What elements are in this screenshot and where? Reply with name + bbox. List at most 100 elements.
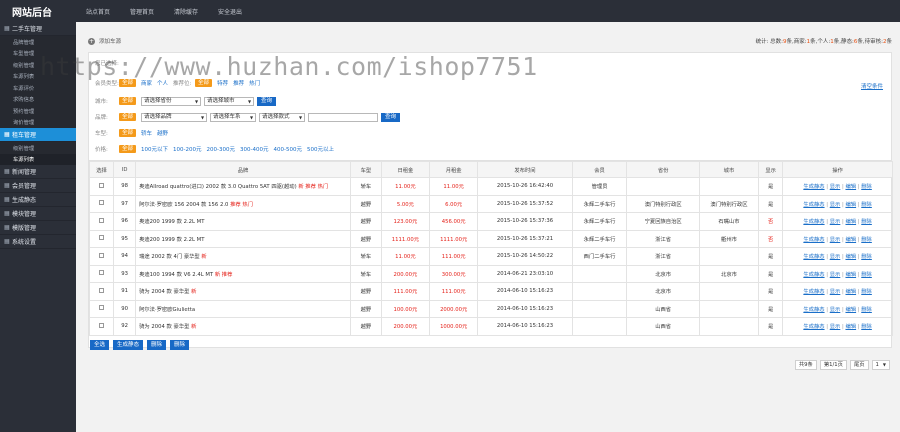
row-checkbox[interactable] <box>99 252 105 258</box>
brand-all-tag[interactable]: 全部 <box>119 113 137 121</box>
top-nav-item[interactable]: 清除缓存 <box>164 0 208 22</box>
row-checkbox[interactable] <box>99 270 105 276</box>
price-opt[interactable]: 400-500元 <box>273 145 301 153</box>
row-action-link[interactable]: 显示 <box>830 307 841 313</box>
row-action-link[interactable]: 删除 <box>861 237 872 243</box>
sidebar-item[interactable]: 预约管理 <box>0 105 76 117</box>
row-action-link[interactable]: 生成静态 <box>803 237 824 243</box>
row-action-link[interactable]: 生成静态 <box>803 254 824 260</box>
row-action-link[interactable]: 编辑 <box>845 272 856 278</box>
row-action-link[interactable]: 编辑 <box>845 237 856 243</box>
row-action-link[interactable]: 显示 <box>830 219 841 225</box>
row-action-link[interactable]: 显示 <box>830 254 841 260</box>
row-action-link[interactable]: 删除 <box>861 202 872 208</box>
sidebar-group[interactable]: ▦ 模块管理 <box>0 207 76 221</box>
row-action-link[interactable]: 编辑 <box>845 307 856 313</box>
keyword-input[interactable] <box>308 112 379 122</box>
brand-select[interactable]: 请选择品牌 ▼ <box>141 112 208 122</box>
row-action-link[interactable]: 生成静态 <box>803 202 824 208</box>
row-action-link[interactable]: 显示 <box>830 324 841 330</box>
series-select[interactable]: 请选择车系 ▼ <box>210 112 257 122</box>
row-action-link[interactable]: 生成静态 <box>803 307 824 313</box>
row-action-link[interactable]: 生成静态 <box>803 289 824 295</box>
row-checkbox[interactable] <box>99 235 105 241</box>
row-checkbox[interactable] <box>99 305 105 311</box>
delete-button-2[interactable]: 删除 <box>170 340 190 350</box>
sidebar-item[interactable]: 车源列表 <box>0 153 76 165</box>
row-action-link[interactable]: 删除 <box>861 184 872 190</box>
sidebar-item[interactable]: 品牌管理 <box>0 36 76 48</box>
sidebar-group[interactable]: ▦ 新闻管理 <box>0 165 76 179</box>
sidebar-group[interactable]: ▦ 模版管理 <box>0 221 76 235</box>
member-all-tag[interactable]: 全部 <box>119 79 137 87</box>
recommend-opt-recommend[interactable]: 推荐 <box>233 79 244 87</box>
row-action-link[interactable]: 编辑 <box>845 324 856 330</box>
recommend-opt-hot[interactable]: 热门 <box>249 79 260 87</box>
row-action-link[interactable]: 生成静态 <box>803 219 824 225</box>
recommend-opt-special[interactable]: 特荐 <box>217 79 228 87</box>
row-action-link[interactable]: 编辑 <box>845 289 856 295</box>
price-all-tag[interactable]: 全部 <box>119 145 137 153</box>
price-opt[interactable]: 100-200元 <box>173 145 201 153</box>
sidebar-group[interactable]: ▦ 生成静态 <box>0 193 76 207</box>
recommend-all-tag[interactable]: 全部 <box>195 79 213 87</box>
sidebar-item[interactable]: 车源评价 <box>0 82 76 94</box>
clear-filters-link[interactable]: 清空条件 <box>861 82 883 90</box>
price-opt[interactable]: 300-400元 <box>240 145 268 153</box>
cartype-opt-sedan[interactable]: 轿车 <box>141 129 152 137</box>
sidebar-item[interactable]: 车源列表 <box>0 70 76 82</box>
row-checkbox[interactable] <box>99 322 105 328</box>
city-select[interactable]: 请选择城市 ▼ <box>204 96 255 106</box>
row-action-link[interactable]: 生成静态 <box>803 272 824 278</box>
brand-query-button[interactable]: 查询 <box>381 112 401 122</box>
city-all-tag[interactable]: 全部 <box>119 97 137 105</box>
row-checkbox[interactable] <box>99 217 105 223</box>
row-checkbox[interactable] <box>99 182 105 188</box>
sidebar-item[interactable]: 询价管理 <box>0 116 76 128</box>
row-action-link[interactable]: 显示 <box>830 237 841 243</box>
row-checkbox[interactable] <box>99 200 105 206</box>
sidebar-item[interactable]: 车型管理 <box>0 47 76 59</box>
top-nav-item[interactable]: 站点首页 <box>76 0 120 22</box>
row-action-link[interactable]: 显示 <box>830 184 841 190</box>
row-action-link[interactable]: 编辑 <box>845 254 856 260</box>
row-action-link[interactable]: 删除 <box>861 324 872 330</box>
sidebar-item[interactable]: 级别管理 <box>0 142 76 154</box>
price-opt[interactable]: 500元以上 <box>307 145 334 153</box>
select-all-button[interactable]: 全选 <box>90 340 110 350</box>
sidebar-item[interactable]: 级别管理 <box>0 59 76 71</box>
row-action-link[interactable]: 编辑 <box>845 184 856 190</box>
row-action-link[interactable]: 生成静态 <box>803 184 824 190</box>
row-action-link[interactable]: 生成静态 <box>803 324 824 330</box>
row-action-link[interactable]: 显示 <box>830 272 841 278</box>
sidebar-group[interactable]: ▦ 二手车管理 <box>0 22 76 36</box>
row-action-link[interactable]: 删除 <box>861 289 872 295</box>
row-action-link[interactable]: 删除 <box>861 219 872 225</box>
pager-last-link[interactable]: 尾页 <box>849 360 869 370</box>
add-car-link[interactable]: 添加车源 <box>99 37 121 45</box>
price-opt[interactable]: 200-300元 <box>207 145 235 153</box>
delete-button[interactable]: 删除 <box>147 340 167 350</box>
sidebar-group[interactable]: ▦ 会员管理 <box>0 179 76 193</box>
top-nav-item[interactable]: 安全退出 <box>208 0 252 22</box>
member-opt-biz[interactable]: 商家 <box>141 79 152 87</box>
page-select[interactable]: 1 ▼ <box>871 360 890 370</box>
province-select[interactable]: 请选择省份 ▼ <box>141 96 202 106</box>
row-action-link[interactable]: 删除 <box>861 307 872 313</box>
row-action-link[interactable]: 显示 <box>830 289 841 295</box>
add-circle-icon[interactable]: + <box>88 37 95 45</box>
member-opt-personal[interactable]: 个人 <box>157 79 168 87</box>
row-action-link[interactable]: 删除 <box>861 272 872 278</box>
generate-static-button[interactable]: 生成静态 <box>113 340 144 350</box>
sidebar-group[interactable]: ▦ 系统设置 <box>0 235 76 249</box>
row-action-link[interactable]: 删除 <box>861 254 872 260</box>
row-action-link[interactable]: 编辑 <box>845 219 856 225</box>
city-query-button[interactable]: 查询 <box>257 96 277 106</box>
price-opt[interactable]: 100元以下 <box>141 145 168 153</box>
cartype-opt-suv[interactable]: 越野 <box>157 129 168 137</box>
style-select[interactable]: 请选择款式 ▼ <box>259 112 306 122</box>
cartype-all-tag[interactable]: 全部 <box>119 129 137 137</box>
row-checkbox[interactable] <box>99 287 105 293</box>
sidebar-item[interactable]: 求购信息 <box>0 93 76 105</box>
top-nav-item[interactable]: 管理首页 <box>120 0 164 22</box>
